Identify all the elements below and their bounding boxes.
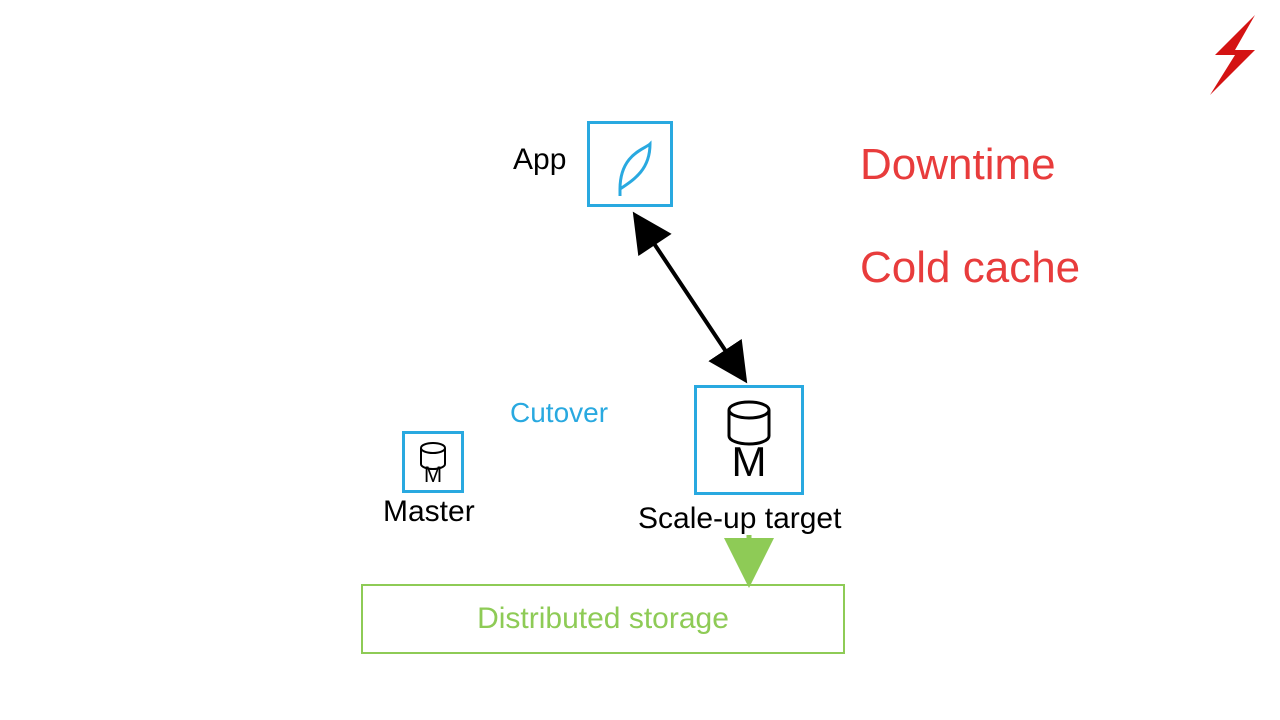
connection-arrow <box>635 215 745 380</box>
downtime-label: Downtime <box>860 140 1056 190</box>
scaleup-node: M <box>694 385 804 495</box>
scaleup-label: Scale-up target <box>638 502 841 536</box>
cutover-label: Cutover <box>510 397 608 429</box>
diagram-stage: { "labels": { "app": "App", "cutover": "… <box>0 0 1280 720</box>
app-node <box>587 121 673 207</box>
app-label: App <box>513 143 566 177</box>
storage-box: Distributed storage <box>361 584 845 654</box>
storage-label: Distributed storage <box>477 602 729 636</box>
database-target-icon: M <box>697 388 801 492</box>
database-master-icon: M <box>405 434 461 490</box>
m-letter-large: M <box>732 438 767 485</box>
master-node: M <box>402 431 464 493</box>
m-letter-small: M <box>424 462 442 487</box>
leaf-icon <box>590 124 670 204</box>
master-label: Master <box>383 495 475 529</box>
coldcache-label: Cold cache <box>860 243 1080 293</box>
